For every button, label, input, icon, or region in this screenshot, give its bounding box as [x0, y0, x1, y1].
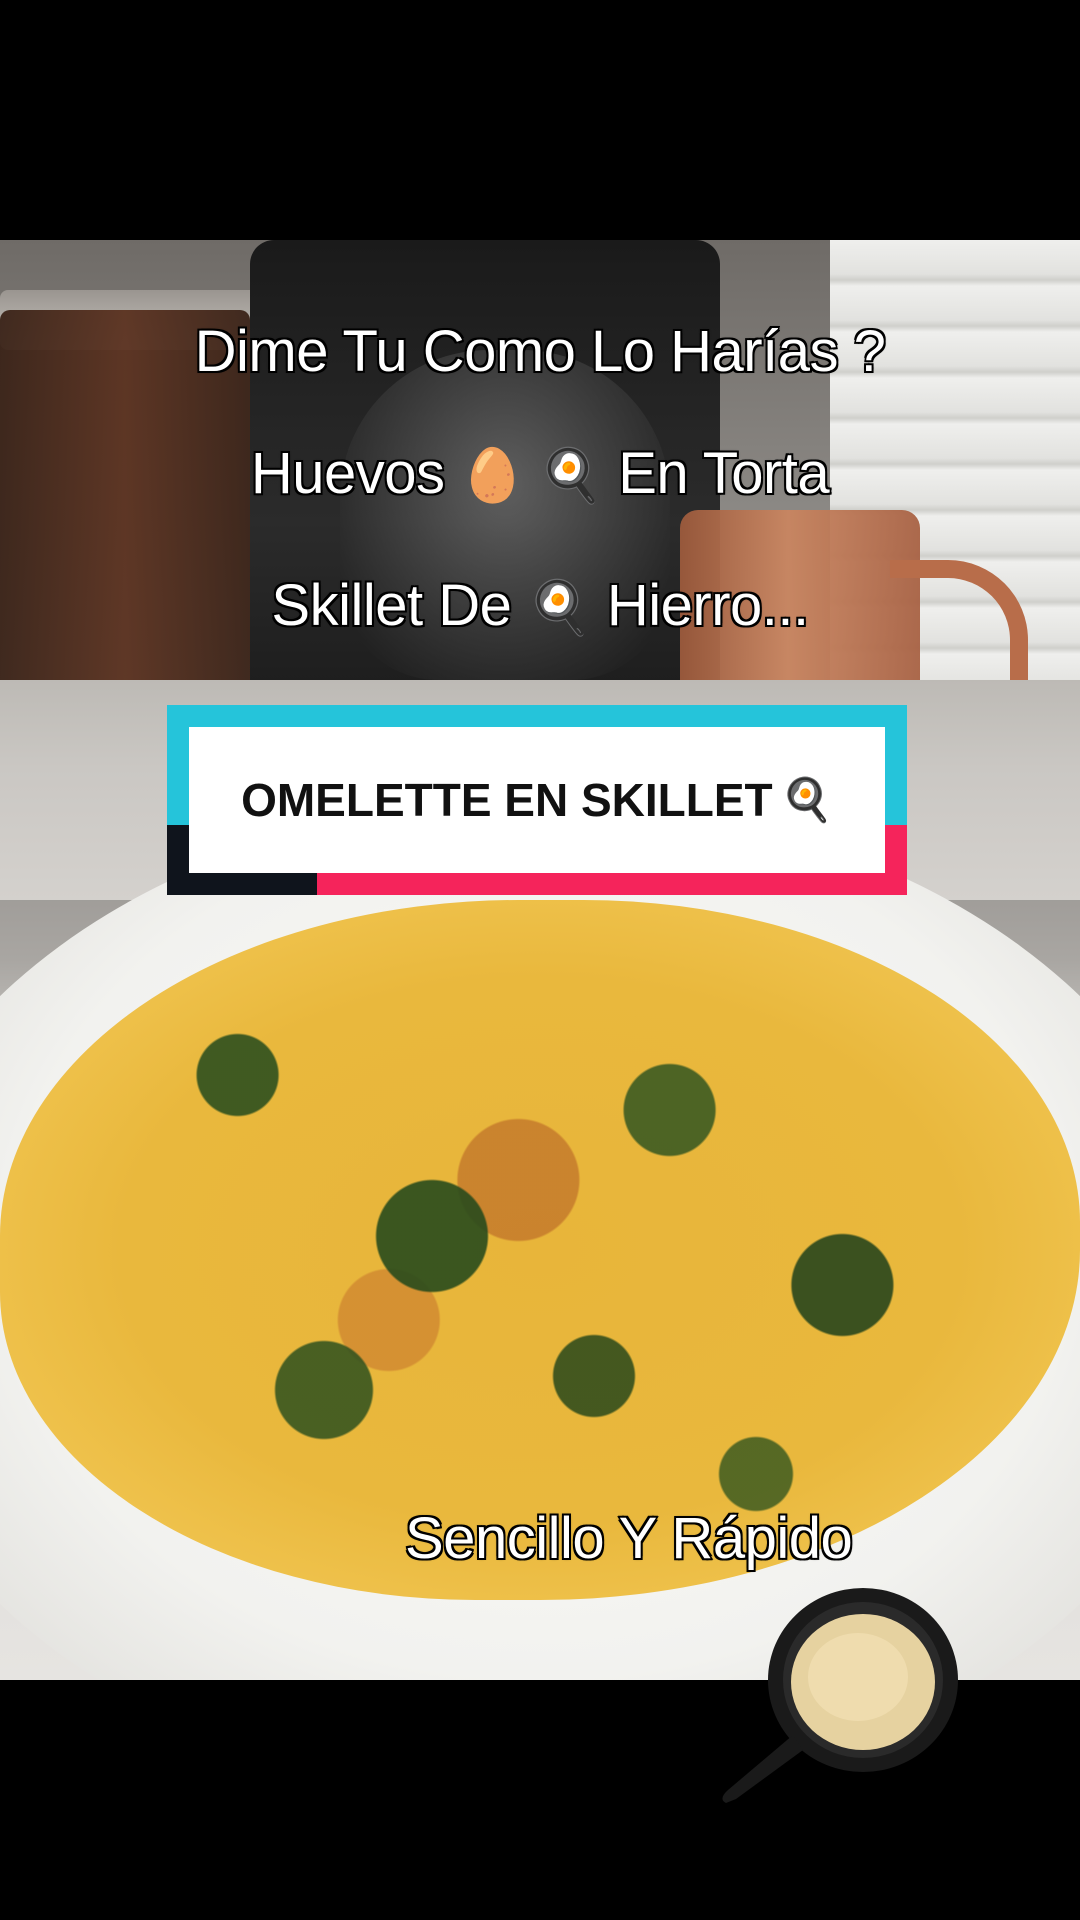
- fried-egg-emoji-icon: 🍳: [526, 579, 592, 637]
- caption-bottom-text: Sencillo Y Rápido: [403, 1505, 854, 1573]
- caption-line-1: Dime Tu Como Lo Harías ?: [0, 318, 1080, 386]
- caption-line-3: Skillet De 🍳 Hierro...: [0, 572, 1080, 640]
- caption-line-2: Huevos 🥚 🍳 En Torta: [0, 440, 1080, 508]
- spinach-omelette: [0, 900, 1080, 1600]
- caption-line-2-text-c: En Torta: [602, 440, 831, 508]
- caption-line-3-text-a: Skillet De: [270, 572, 527, 640]
- caption-bottom: Sencillo Y Rápido: [403, 1505, 1045, 1573]
- caption-line-2-text-a: Huevos: [249, 440, 461, 508]
- title-card-text: OMELETTE EN SKILLET: [241, 774, 773, 826]
- cast-iron-skillet-icon: [722, 1588, 958, 1803]
- frying-pan-emoji-icon: 🍳: [780, 775, 833, 823]
- caption-line-1-text: Dime Tu Como Lo Harías ?: [193, 318, 887, 386]
- title-card: OMELETTE EN SKILLET 🍳: [167, 705, 907, 895]
- title-card-panel: OMELETTE EN SKILLET 🍳: [189, 727, 885, 873]
- caption-line-3-text-c: Hierro...: [591, 572, 810, 640]
- egg-fried-egg-emoji-icon: 🥚 🍳: [460, 447, 603, 505]
